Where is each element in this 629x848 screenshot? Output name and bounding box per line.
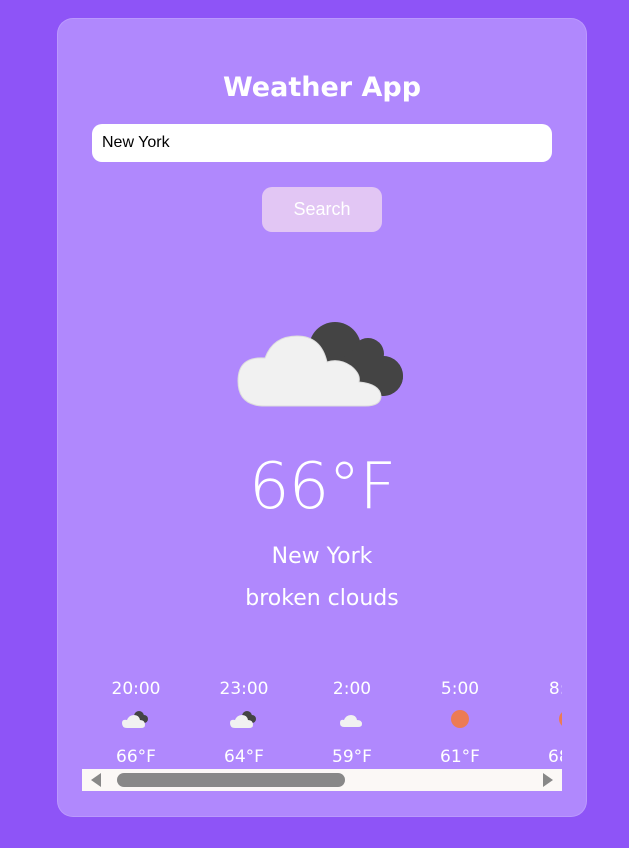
city-name: New York (271, 544, 373, 569)
broken-clouds-icon (122, 711, 148, 728)
forecast-temp: 59°F (332, 747, 372, 767)
forecast-temp: 61°F (440, 747, 480, 767)
app-title: Weather App (222, 72, 422, 103)
forecast-temp: 64°F (224, 747, 264, 767)
city-search-input[interactable]: New York (92, 124, 552, 162)
sun-icon (451, 710, 469, 728)
weather-description: broken clouds (245, 586, 399, 611)
scrollbar-thumb[interactable] (117, 773, 345, 787)
search-button[interactable]: Search (262, 187, 382, 232)
forecast-item: 23:00 64°F (190, 673, 298, 769)
sun-icon (559, 712, 562, 726)
forecast-temp: 68°F (548, 747, 562, 767)
forecast-item: 8:00 68°F (514, 673, 562, 769)
cloud-icon (340, 715, 362, 727)
hourly-forecast[interactable]: 20:00 66°F 23:00 64°F 2:00 59°F 5:00 61°… (82, 673, 562, 769)
broken-clouds-icon (230, 711, 256, 728)
search-input-value: New York (102, 134, 170, 151)
forecast-item: 20:00 66°F (82, 673, 190, 769)
forecast-item: 2:00 59°F (298, 673, 406, 769)
forecast-temp: 66°F (116, 747, 156, 767)
broken-clouds-icon (237, 322, 403, 407)
forecast-item: 5:00 61°F (406, 673, 514, 769)
forecast-time: 8:00 (548, 679, 562, 699)
forecast-time: 2:00 (332, 679, 372, 699)
scroll-right-arrow-icon[interactable] (543, 773, 553, 787)
weather-card: Weather App New York Search 66°F New Yor… (57, 18, 587, 817)
forecast-time: 20:00 (111, 679, 161, 699)
current-temperature: 66°F (248, 450, 396, 524)
forecast-time: 23:00 (219, 679, 269, 699)
scroll-left-arrow-icon[interactable] (91, 773, 101, 787)
forecast-scrollbar[interactable] (82, 769, 562, 791)
forecast-time: 5:00 (440, 679, 480, 699)
